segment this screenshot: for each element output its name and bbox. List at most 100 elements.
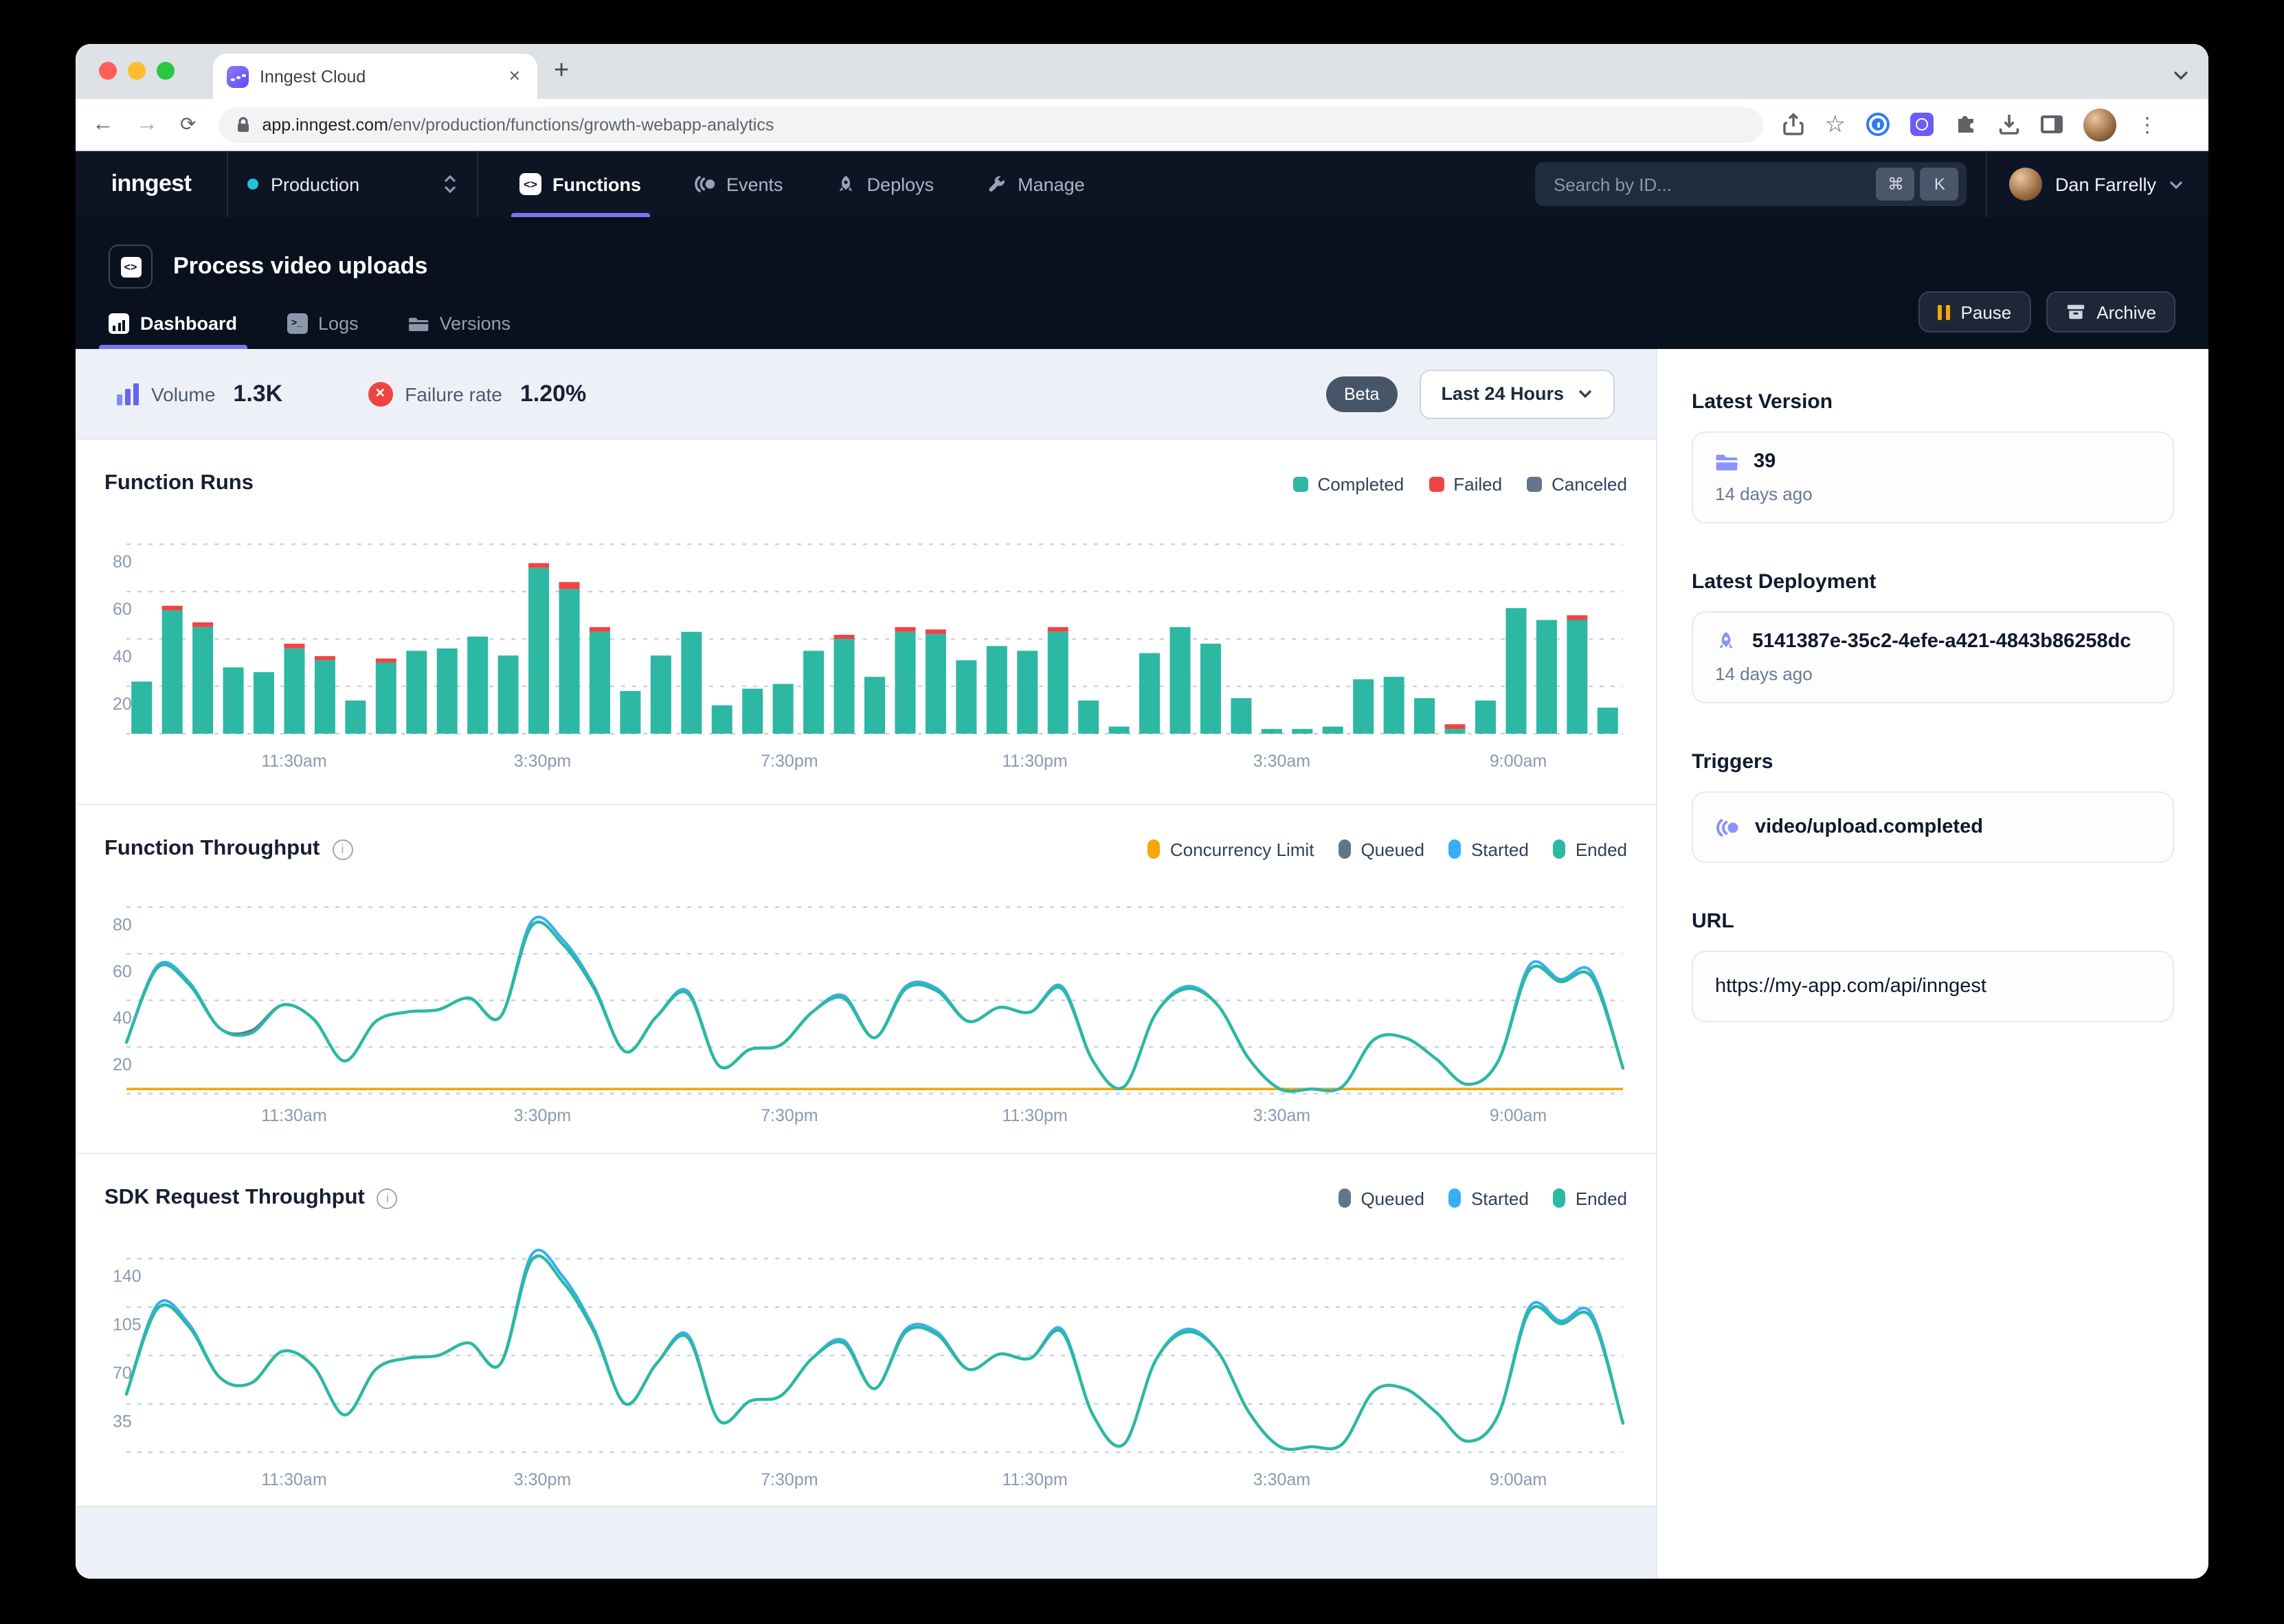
user-avatar — [2010, 168, 2043, 201]
latest-deployment-card[interactable]: 5141387e-35c2-4efe-a421-4843b86258dc 14 … — [1692, 611, 2174, 703]
dropdown-chevron-icon — [1578, 389, 1593, 398]
user-name: Dan Farrelly — [2055, 174, 2156, 194]
browser-profile-avatar[interactable] — [2083, 108, 2116, 141]
pause-button[interactable]: Pause — [1919, 291, 2031, 332]
chart-title-sdk-throughput: SDK Request Throughput — [104, 1186, 365, 1210]
sdk-throughput-legend: QueuedStartedEnded — [1339, 1188, 1627, 1208]
browser-menu-icon[interactable]: ⋮ — [2137, 112, 2158, 137]
trigger-card[interactable]: video/upload.completed — [1692, 791, 2174, 863]
tab-dashboard[interactable]: Dashboard — [109, 313, 237, 349]
function-throughput-section: Function Throughput i Concurrency LimitQ… — [76, 805, 1656, 1154]
tab-versions[interactable]: Versions — [408, 313, 511, 349]
svg-text:9:00am: 9:00am — [1490, 1470, 1547, 1489]
sdk-throughput-chart[interactable]: 357010514011:30am3:30pm7:30pm11:30pm3:30… — [104, 1220, 1628, 1489]
svg-text:40: 40 — [113, 1008, 132, 1028]
legend-item: Queued — [1339, 1188, 1424, 1208]
share-icon[interactable] — [1782, 113, 1804, 136]
new-tab-button[interactable]: + — [554, 56, 569, 87]
info-icon[interactable]: i — [377, 1188, 398, 1208]
browser-window: Inngest Cloud ✕ + ← → ⟳ app.inngest.com/… — [76, 44, 2208, 1579]
nav-item-deploys[interactable]: Deploys — [836, 151, 934, 217]
nav-item-functions[interactable]: <> Functions — [519, 151, 641, 217]
event-trigger-icon — [1715, 817, 1740, 837]
svg-text:11:30pm: 11:30pm — [1002, 1470, 1067, 1489]
svg-text:60: 60 — [113, 600, 132, 619]
minimize-window-button[interactable] — [128, 62, 146, 80]
svg-text:3:30pm: 3:30pm — [514, 1470, 571, 1489]
events-icon — [693, 174, 715, 194]
volume-value: 1.3K — [233, 380, 282, 407]
function-runs-chart[interactable]: 2040608011:30am3:30pm7:30pm11:30pm3:30am… — [104, 506, 1628, 775]
legend-swatch — [1339, 839, 1351, 859]
inngest-logo[interactable]: inngest — [111, 170, 192, 198]
legend-swatch — [1293, 476, 1308, 491]
info-icon[interactable]: i — [332, 839, 352, 859]
password-manager-extension-icon[interactable] — [1866, 113, 1890, 136]
svg-text:11:30am: 11:30am — [261, 1470, 326, 1489]
wrench-icon — [986, 174, 1007, 194]
tab-title: Inngest Cloud — [260, 67, 506, 86]
legend-item: Canceled — [1527, 473, 1627, 494]
time-range-dropdown[interactable]: Last 24 Hours — [1419, 369, 1615, 418]
back-icon[interactable]: ← — [92, 112, 114, 137]
search-input[interactable]: Search by ID... ⌘ K — [1536, 162, 1967, 206]
svg-text:70: 70 — [113, 1364, 132, 1383]
tab-logs[interactable]: >_ Logs — [287, 313, 359, 349]
app-nav: inngest Production <> Functions Events — [76, 151, 2208, 217]
close-window-button[interactable] — [99, 62, 117, 80]
forward-icon[interactable]: → — [136, 112, 158, 137]
extensions-puzzle-icon[interactable] — [1954, 113, 1978, 136]
legend-item: Completed — [1293, 473, 1404, 494]
pause-icon — [1938, 304, 1950, 319]
url-card[interactable]: https://my-app.com/api/inngest — [1692, 951, 2174, 1022]
svg-text:7:30pm: 7:30pm — [761, 1470, 818, 1489]
tab-close-icon[interactable]: ✕ — [506, 65, 524, 88]
maximize-window-button[interactable] — [157, 62, 175, 80]
environment-status-dot — [247, 179, 258, 190]
environment-selector[interactable]: Production — [228, 151, 478, 217]
purple-extension-icon[interactable] — [1910, 113, 1934, 136]
nav-item-events[interactable]: Events — [693, 151, 783, 217]
stats-bar: Volume 1.3K ✕ Failure rate 1.20% Beta La… — [76, 349, 1656, 440]
selector-chevrons-icon — [443, 174, 458, 194]
url-bar[interactable]: app.inngest.com/env/production/functions… — [218, 106, 1762, 142]
environment-name: Production — [271, 174, 359, 194]
svg-text:20: 20 — [113, 1055, 132, 1074]
chart-title-function-runs: Function Runs — [104, 471, 254, 496]
versions-folder-icon — [408, 315, 429, 332]
svg-text:7:30pm: 7:30pm — [761, 752, 818, 771]
svg-text:11:30pm: 11:30pm — [1002, 752, 1067, 771]
nav-item-label: Deploys — [867, 174, 934, 194]
legend-swatch — [1554, 1188, 1566, 1208]
function-url: https://my-app.com/api/inngest — [1715, 975, 1986, 997]
browser-toolbar: ← → ⟳ app.inngest.com/env/production/fun… — [76, 99, 2208, 151]
volume-bars-icon — [117, 383, 139, 405]
user-menu[interactable]: Dan Farrelly — [1988, 151, 2208, 217]
bookmark-star-icon[interactable]: ☆ — [1824, 111, 1846, 138]
rocket-icon — [836, 174, 856, 194]
tab-search-chevron-icon[interactable] — [2173, 63, 2189, 88]
beta-badge: Beta — [1326, 376, 1397, 411]
legend-swatch — [1554, 839, 1566, 859]
archive-button[interactable]: Archive — [2046, 291, 2175, 332]
latest-version-card[interactable]: 39 14 days ago — [1692, 431, 2174, 523]
nav-item-manage[interactable]: Manage — [986, 151, 1085, 217]
dashboard-main: Volume 1.3K ✕ Failure rate 1.20% Beta La… — [76, 349, 1657, 1579]
svg-text:3:30am: 3:30am — [1253, 1106, 1310, 1125]
svg-text:3:30am: 3:30am — [1253, 752, 1310, 771]
downloads-icon[interactable] — [1998, 113, 2020, 136]
svg-text:40: 40 — [113, 647, 132, 666]
function-header: <> Process video uploads Pause Archive D… — [76, 217, 2208, 349]
svg-text:7:30pm: 7:30pm — [761, 1106, 818, 1125]
triggers-heading: Triggers — [1692, 750, 2174, 774]
chart-title-function-throughput: Function Throughput — [104, 837, 320, 861]
screen: Inngest Cloud ✕ + ← → ⟳ app.inngest.com/… — [0, 0, 2284, 1624]
browser-tab[interactable]: Inngest Cloud ✕ — [213, 54, 537, 99]
side-panel-icon[interactable] — [2041, 115, 2063, 133]
reload-icon[interactable]: ⟳ — [180, 113, 196, 136]
cmd-key-badge: ⌘ — [1877, 168, 1915, 201]
latest-deployment-id: 5141387e-35c2-4efe-a421-4843b86258dc — [1752, 631, 2131, 653]
latest-deployment-time: 14 days ago — [1715, 664, 2151, 684]
user-chevron-down-icon — [2169, 179, 2184, 189]
function-throughput-chart[interactable]: 2040608011:30am3:30pm7:30pm11:30pm3:30am… — [104, 871, 1628, 1132]
